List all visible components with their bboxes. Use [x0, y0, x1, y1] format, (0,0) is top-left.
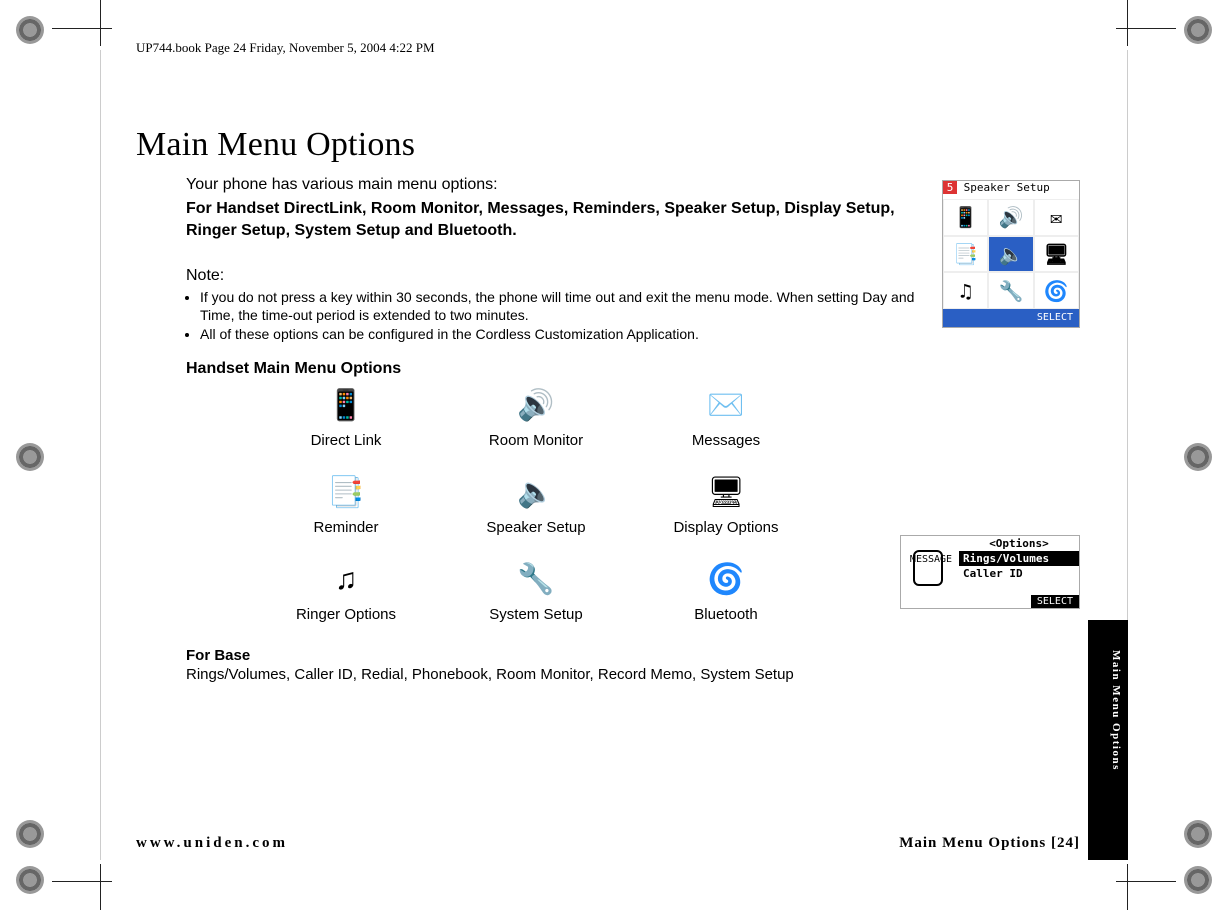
lcd1-header: 5 Speaker Setup — [943, 181, 1079, 199]
registration-mark-icon — [16, 16, 44, 44]
menu-label: Display Options — [636, 519, 816, 536]
handset-options-heading: Handset Main Menu Options — [186, 360, 1092, 378]
intro-line-2: For Handset DirectLink, Room Monitor, Me… — [186, 198, 936, 241]
registration-mark-icon — [1184, 866, 1212, 894]
section-tab-label: Main Menu Options — [1110, 650, 1122, 771]
lcd2-title: <Options> — [959, 536, 1079, 551]
menu-item-system-setup: 🔧 System Setup — [446, 560, 626, 623]
menu-label: Bluetooth — [636, 606, 816, 623]
menu-item-ringer-options: ♫ Ringer Options — [256, 560, 436, 623]
registration-mark-icon — [16, 443, 44, 471]
room-monitor-icon: 🔊 — [512, 386, 560, 426]
lcd1-cell: 🔧 — [988, 272, 1033, 309]
lcd2-row: Caller ID — [959, 566, 1079, 581]
section-tab — [1088, 620, 1128, 860]
menu-label: Speaker Setup — [446, 519, 626, 536]
lcd1-index: 5 — [943, 181, 957, 194]
menu-item-direct-link: 📱 Direct Link — [256, 386, 436, 449]
lcd2-select-label: SELECT — [1031, 595, 1079, 608]
menu-item-speaker-setup: 🔈 Speaker Setup — [446, 473, 626, 536]
for-base-text: Rings/Volumes, Caller ID, Redial, Phoneb… — [186, 664, 906, 685]
base-lcd-screenshot: MESSAGE <Options> Rings/Volumes Caller I… — [900, 535, 1080, 609]
menu-label: Ringer Options — [256, 606, 436, 623]
ringer-options-icon: ♫ — [322, 560, 370, 600]
display-options-icon: 🖥 — [702, 473, 750, 513]
menu-label: Direct Link — [256, 432, 436, 449]
menu-item-messages: ✉️ Messages — [636, 386, 816, 449]
menu-item-reminder: 📑 Reminder — [256, 473, 436, 536]
note-item: All of these options can be configured i… — [200, 326, 936, 344]
registration-mark-icon — [1184, 16, 1212, 44]
content-area: Main Menu Options Your phone has various… — [136, 126, 1092, 685]
note-list: If you do not press a key within 30 seco… — [200, 289, 936, 344]
menu-item-display-options: 🖥 Display Options — [636, 473, 816, 536]
lcd1-title: Speaker Setup — [964, 181, 1050, 194]
lcd1-cell: 📱 — [943, 199, 988, 236]
messages-icon: ✉️ — [702, 386, 750, 426]
registration-mark-icon — [1184, 443, 1212, 471]
lcd1-cell: ♫ — [943, 272, 988, 309]
menu-label: Reminder — [256, 519, 436, 536]
handset-lcd-screenshot: 5 Speaker Setup 📱 🔊 ✉ 📑 🔈 🖥 ♫ 🔧 🌀 SELECT — [942, 180, 1080, 328]
lcd1-cell-selected: 🔈 — [988, 236, 1033, 273]
footer-page-label: Main Menu Options [24] — [899, 835, 1080, 852]
page-frame: UP744.book Page 24 Friday, November 5, 2… — [100, 20, 1128, 890]
lcd1-cell: 🖥 — [1034, 236, 1079, 273]
registration-mark-icon — [1184, 820, 1212, 848]
menu-item-room-monitor: 🔊 Room Monitor — [446, 386, 626, 449]
menu-item-bluetooth: 🌀 Bluetooth — [636, 560, 816, 623]
menu-label: Messages — [636, 432, 816, 449]
lcd1-cell: 🌀 — [1034, 272, 1079, 309]
for-base-heading: For Base — [186, 647, 1092, 664]
footer-url: www.uniden.com — [136, 835, 288, 852]
direct-link-icon: 📱 — [322, 386, 370, 426]
note-item: If you do not press a key within 30 seco… — [200, 289, 936, 324]
registration-mark-icon — [16, 820, 44, 848]
system-setup-icon: 🔧 — [512, 560, 560, 600]
intro-line-1: Your phone has various main menu options… — [186, 176, 936, 194]
menu-label: Room Monitor — [446, 432, 626, 449]
intro-block: Your phone has various main menu options… — [186, 176, 936, 344]
lcd2-highlighted-row: Rings/Volumes — [959, 551, 1079, 566]
speaker-setup-icon: 🔈 — [512, 473, 560, 513]
lcd1-cell: 🔊 — [988, 199, 1033, 236]
registration-mark-icon — [16, 866, 44, 894]
menu-label: System Setup — [446, 606, 626, 623]
lcd1-cell: ✉ — [1034, 199, 1079, 236]
page-title: Main Menu Options — [136, 126, 1092, 164]
lcd2-phone-icon — [913, 550, 943, 586]
lcd1-cell: 📑 — [943, 236, 988, 273]
bluetooth-icon: 🌀 — [702, 560, 750, 600]
note-label: Note: — [186, 267, 936, 285]
lcd1-grid: 📱 🔊 ✉ 📑 🔈 🖥 ♫ 🔧 🌀 — [943, 199, 1079, 309]
reminder-icon: 📑 — [322, 473, 370, 513]
book-header: UP744.book Page 24 Friday, November 5, 2… — [136, 40, 1128, 56]
lcd1-select-label: SELECT — [943, 309, 1079, 327]
